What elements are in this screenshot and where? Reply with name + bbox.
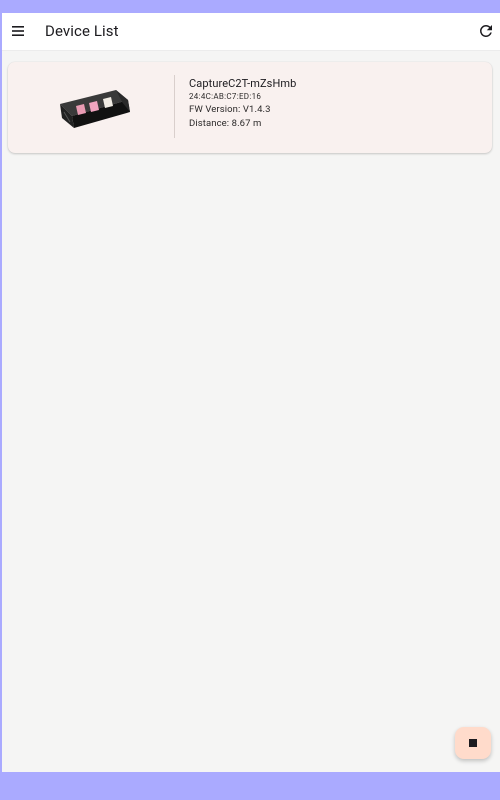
stop-icon	[469, 739, 477, 747]
device-mac-address: 24:4C:AB:C7:ED:16	[189, 92, 262, 101]
refresh-icon[interactable]	[477, 22, 495, 40]
card-divider	[174, 75, 175, 138]
device-card[interactable]: CaptureC2T-mZsHmb 24:4C:AB:C7:ED:16 FW V…	[8, 62, 492, 153]
stop-scan-button[interactable]	[455, 727, 491, 759]
device-info: CaptureC2T-mZsHmb 24:4C:AB:C7:ED:16 FW V…	[189, 77, 296, 131]
page-title: Device List	[45, 22, 119, 40]
device-firmware: FW Version: V1.4.3	[189, 104, 271, 115]
device-distance: Distance: 8.67 m	[189, 118, 262, 129]
menu-icon[interactable]	[8, 21, 28, 41]
navigation-bar	[0, 772, 500, 800]
app-bar: Device List	[2, 13, 500, 51]
app-screen: Device List CaptureC2T-mZsHmb 24:4C:AB:C…	[2, 13, 500, 772]
status-bar	[0, 0, 500, 13]
device-name: CaptureC2T-mZsHmb	[189, 77, 297, 90]
device-image-icon	[56, 82, 136, 130]
